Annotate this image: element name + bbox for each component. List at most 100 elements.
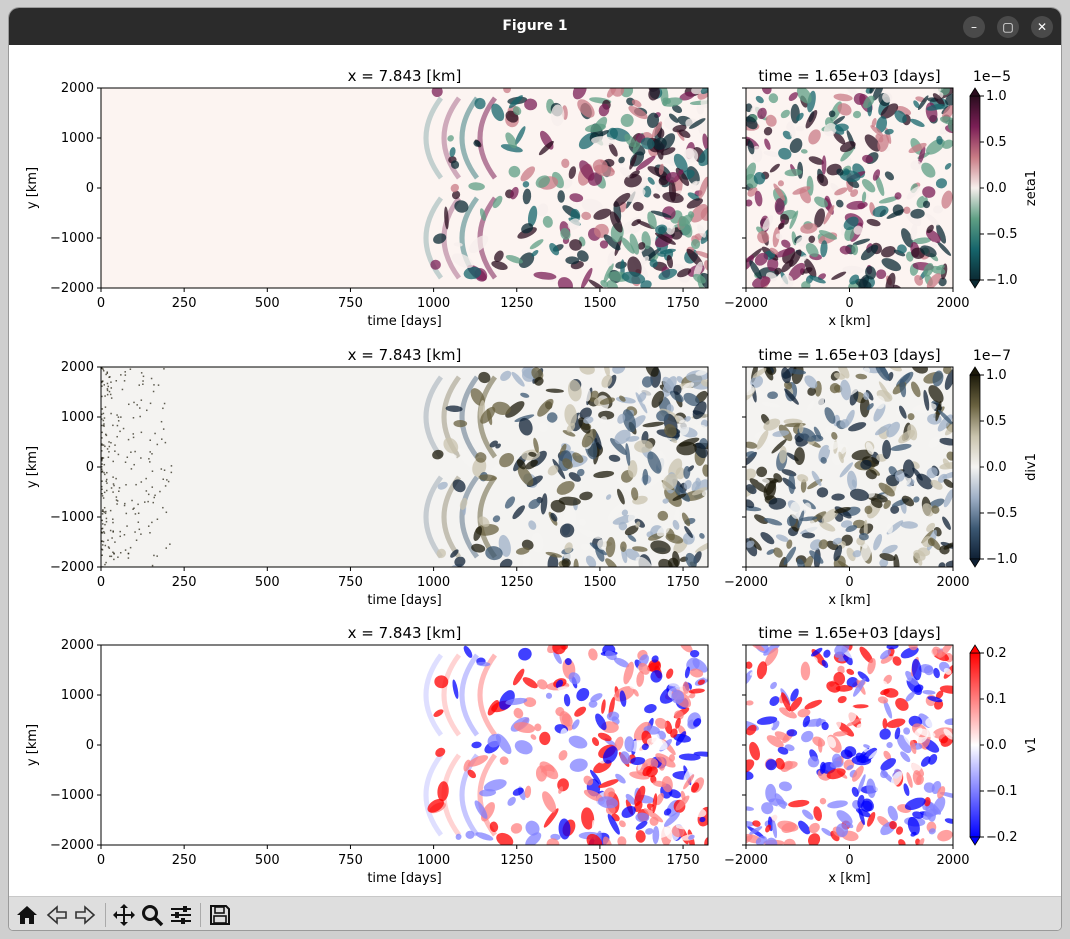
forward-icon[interactable] <box>73 903 97 927</box>
colorbar-exponent: 1e−5 <box>973 69 1011 85</box>
pan-icon[interactable] <box>112 903 136 927</box>
colorbar-1 <box>969 87 981 289</box>
y-tick-label: 0 <box>86 460 94 475</box>
x-tick-label: 1000 <box>417 853 450 868</box>
x-tick-label: −2000 <box>724 575 768 590</box>
colorbar-tick-label: 0.1 <box>986 692 1007 707</box>
x-axis-label: time [days] <box>367 593 441 608</box>
figure-plot: x = 7.843 [km] time = 1.65e+03 [days] 2000… <box>25 67 1039 886</box>
y-tick-label: −2000 <box>50 560 94 575</box>
x-tick-label: 1500 <box>583 296 616 311</box>
x-tick-label: 750 <box>338 853 363 868</box>
x-tick-label: 500 <box>255 296 280 311</box>
x-tick-label: 1000 <box>417 575 450 590</box>
colorbar-label: zeta1 <box>1024 170 1039 206</box>
x-tick-label: 1250 <box>500 853 533 868</box>
y-tick-label: 0 <box>86 738 94 753</box>
x-tick-label: 0 <box>845 296 853 311</box>
configure-icon[interactable] <box>169 903 193 927</box>
y-tick-label: 2000 <box>61 81 94 96</box>
zoom-icon[interactable] <box>140 903 164 927</box>
y-axis-label: y [km] <box>25 167 40 209</box>
x-tick-label: 1750 <box>667 575 700 590</box>
y-tick-label: −2000 <box>50 281 94 296</box>
snapshot-panel-2 <box>746 367 953 567</box>
x-tick-label: 2000 <box>936 853 969 868</box>
colorbar-exponent: 1e−7 <box>973 348 1011 364</box>
left-panel-title: x = 7.843 [km] <box>348 346 462 364</box>
colorbar-tick-label: −1.0 <box>986 552 1018 567</box>
x-tick-label: 1250 <box>500 296 533 311</box>
home-icon[interactable] <box>15 903 39 927</box>
y-tick-label: −2000 <box>50 838 94 853</box>
colorbar-tick-label: 0.0 <box>986 738 1007 753</box>
colorbar-tick-label: 0.0 <box>986 460 1007 475</box>
left-panel-title: x = 7.843 [km] <box>348 67 462 85</box>
colorbar-tick-label: 0.5 <box>986 414 1007 429</box>
hovmoller-panel-3 <box>101 645 708 845</box>
hovmoller-panel-1 <box>101 88 708 288</box>
figure-canvas[interactable]: x = 7.843 [km] time = 1.65e+03 [days] 2000… <box>9 45 1061 896</box>
x-axis-label: x [km] <box>828 593 870 608</box>
x-tick-label: 250 <box>172 296 197 311</box>
y-tick-label: 0 <box>86 181 94 196</box>
y-tick-label: −1000 <box>50 231 94 246</box>
x-tick-label: 1000 <box>417 296 450 311</box>
x-axis-label: time [days] <box>367 871 441 886</box>
x-tick-label: 500 <box>255 853 280 868</box>
x-axis-label: x [km] <box>828 314 870 329</box>
x-tick-label: 1750 <box>667 853 700 868</box>
right-panel-title: time = 1.65e+03 [days] <box>758 67 940 85</box>
x-tick-label: 1500 <box>583 853 616 868</box>
y-tick-label: −1000 <box>50 788 94 803</box>
x-tick-label: 0 <box>97 296 105 311</box>
left-panel-title: x = 7.843 [km] <box>348 624 462 642</box>
close-button[interactable]: ✕ <box>1031 16 1053 38</box>
y-axis-label: y [km] <box>25 724 40 766</box>
y-axis-label: y [km] <box>25 446 40 488</box>
minimize-button[interactable]: – <box>963 16 985 38</box>
navigation-toolbar <box>9 896 1061 930</box>
colorbar-tick-label: −0.5 <box>986 506 1018 521</box>
x-tick-label: 750 <box>338 296 363 311</box>
maximize-button[interactable]: ▢ <box>997 16 1019 38</box>
x-tick-label: 0 <box>845 853 853 868</box>
colorbar-tick-label: 0.5 <box>986 135 1007 150</box>
colorbar-tick-label: −0.5 <box>986 227 1018 242</box>
x-tick-label: 0 <box>845 575 853 590</box>
colorbar-3 <box>969 644 981 846</box>
x-tick-label: 1750 <box>667 296 700 311</box>
snapshot-panel-3 <box>746 645 953 845</box>
x-tick-label: 0 <box>97 853 105 868</box>
colorbar-tick-label: −0.2 <box>986 830 1018 845</box>
x-tick-label: 250 <box>172 575 197 590</box>
y-tick-label: 1000 <box>61 410 94 425</box>
x-axis-label: time [days] <box>367 314 441 329</box>
hovmoller-panel-2 <box>101 367 708 567</box>
x-axis-label: x [km] <box>828 871 870 886</box>
x-tick-label: −2000 <box>724 296 768 311</box>
x-tick-label: 500 <box>255 575 280 590</box>
colorbar-tick-label: 1.0 <box>986 368 1007 383</box>
y-tick-label: 2000 <box>61 638 94 653</box>
colorbar-2 <box>969 366 981 568</box>
window-title: Figure 1 <box>502 18 568 34</box>
colorbar-label: v1 <box>1024 737 1039 753</box>
y-tick-label: 2000 <box>61 360 94 375</box>
x-tick-label: 2000 <box>936 575 969 590</box>
right-panel-title: time = 1.65e+03 [days] <box>758 346 940 364</box>
colorbar-tick-label: 0.2 <box>986 646 1007 661</box>
figure-window: Figure 1 – ▢ ✕ x = 7.843 [km] time = 1.65… <box>9 8 1061 930</box>
back-icon[interactable] <box>45 903 69 927</box>
snapshot-panel-1 <box>746 88 953 288</box>
x-tick-label: −2000 <box>724 853 768 868</box>
right-panel-title: time = 1.65e+03 [days] <box>758 624 940 642</box>
x-tick-label: 0 <box>97 575 105 590</box>
colorbar-tick-label: 1.0 <box>986 89 1007 104</box>
y-tick-label: 1000 <box>61 131 94 146</box>
colorbar-tick-label: −1.0 <box>986 273 1018 288</box>
save-icon[interactable] <box>208 903 232 927</box>
x-tick-label: 750 <box>338 575 363 590</box>
colorbar-tick-label: 0.0 <box>986 181 1007 196</box>
x-tick-label: 1500 <box>583 575 616 590</box>
